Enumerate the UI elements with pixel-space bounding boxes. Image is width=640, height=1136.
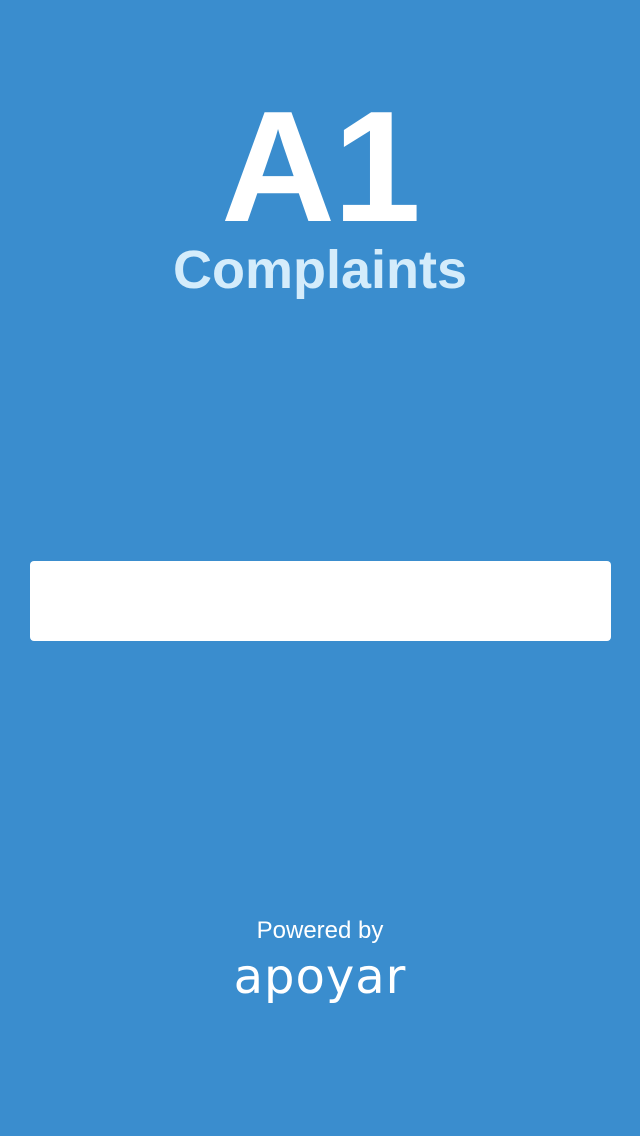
powered-by-label: Powered by bbox=[256, 917, 384, 944]
splash-screen: A1 Complaints Powered by apoyar bbox=[0, 0, 640, 1136]
app-subtitle: Complaints bbox=[172, 240, 468, 300]
apoyar-logo: apoyar bbox=[234, 950, 407, 1005]
app-title: A1 bbox=[221, 79, 421, 255]
text-input-field[interactable] bbox=[30, 561, 611, 641]
vendor-logo-wordmark: apoyar bbox=[234, 950, 407, 1005]
